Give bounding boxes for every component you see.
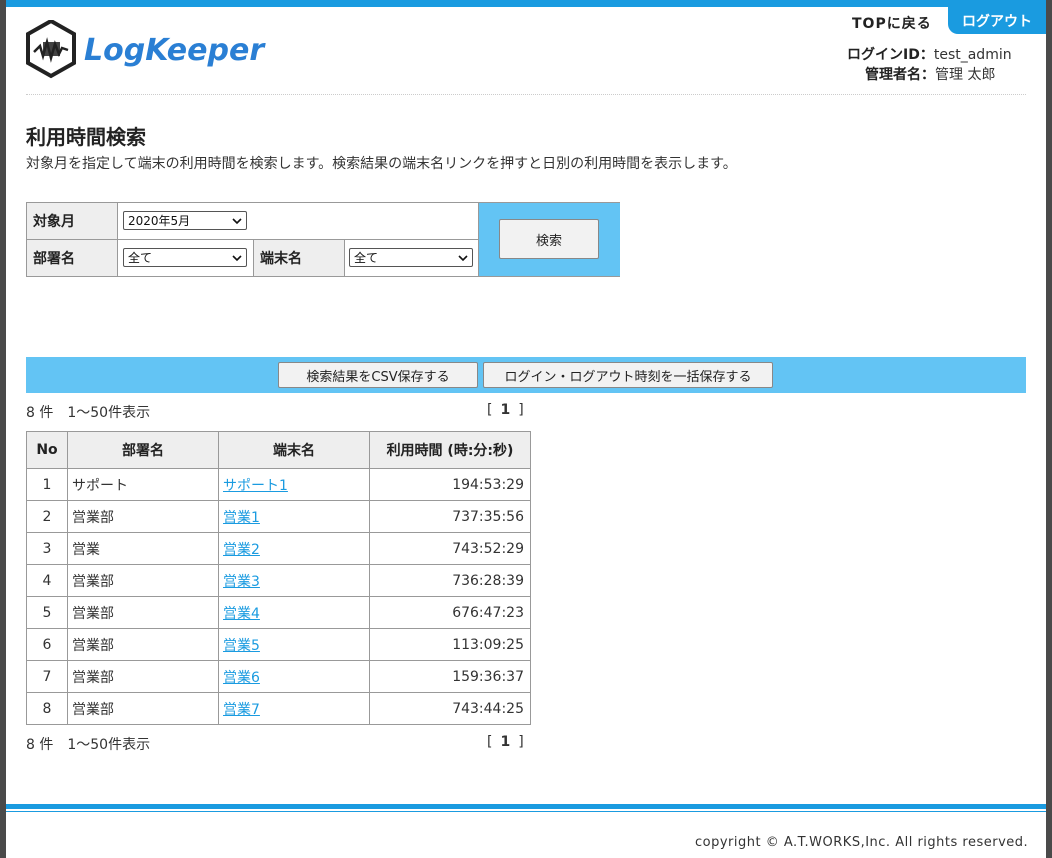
result-count-bottom: 8 件 1～50件表示	[26, 737, 151, 753]
pager-page-1[interactable]: 1	[492, 402, 518, 418]
admin-name-value: 管理 太郎	[935, 67, 996, 83]
bulk-save-button[interactable]: ログイン・ログアウト時刻を一括保存する	[483, 362, 773, 388]
dept-select-value: 全て	[128, 251, 153, 265]
login-id-row: ログインID：test_admin	[847, 44, 1012, 64]
login-id-value: test_admin	[933, 47, 1012, 63]
dept-label: 部署名	[27, 240, 118, 276]
dept-select[interactable]: 全て	[123, 248, 247, 267]
cell-no: 2	[26, 500, 68, 533]
cell-no: 1	[26, 468, 68, 501]
top-accent-bar	[6, 0, 1046, 7]
terminal-link[interactable]: 営業3	[223, 574, 260, 590]
terminal-link[interactable]: 営業7	[223, 702, 260, 718]
cell-dept: 営業部	[67, 692, 219, 725]
cell-time: 194:53:29	[369, 468, 531, 501]
result-count-top: 8 件 1～50件表示	[26, 405, 151, 421]
cell-time: 737:35:56	[369, 500, 531, 533]
cell-no: 7	[26, 660, 68, 693]
terminal-select[interactable]: 全て	[349, 248, 473, 267]
month-select-value: 2020年5月	[128, 214, 191, 228]
cell-time: 743:52:29	[369, 532, 531, 565]
table-row: 4 営業部 営業3 736:28:39	[26, 564, 531, 597]
table-row: 6 営業部 営業5 113:09:25	[26, 628, 531, 661]
cell-no: 5	[26, 596, 68, 629]
terminal-select-value: 全て	[354, 251, 379, 265]
cell-dept: 営業部	[67, 660, 219, 693]
chevron-down-icon	[232, 218, 242, 225]
logout-button[interactable]: ログアウト	[948, 7, 1046, 34]
cell-dept: 営業部	[67, 596, 219, 629]
cell-no: 6	[26, 628, 68, 661]
page-title: 利用時間検索	[26, 125, 146, 149]
table-row: 8 営業部 営業7 743:44:25	[26, 692, 531, 725]
terminal-label: 端末名	[254, 240, 345, 276]
top-link[interactable]: TOPに戻る	[852, 13, 932, 33]
footer-accent-bar	[6, 804, 1046, 809]
search-form: 対象月 2020年5月 部署名 全て 端末名 全て 検索	[26, 202, 620, 277]
cell-no: 4	[26, 564, 68, 597]
col-dept: 部署名	[67, 431, 219, 469]
logo-icon: LogKeeper	[26, 18, 266, 79]
table-row: 3 営業 営業2 743:52:29	[26, 532, 531, 565]
footer-line	[6, 811, 1046, 812]
copyright: copyright © A.T.WORKS,Inc. All rights re…	[695, 835, 1029, 850]
terminal-link[interactable]: サポート1	[223, 478, 288, 494]
cell-time: 743:44:25	[369, 692, 531, 725]
header-divider	[26, 94, 1026, 95]
pager-top: [1]	[487, 402, 524, 418]
cell-no: 3	[26, 532, 68, 565]
terminal-link[interactable]: 営業5	[223, 638, 260, 654]
cell-time: 113:09:25	[369, 628, 531, 661]
table-header-row: No 部署名 端末名 利用時間 (時:分:秒)	[26, 431, 531, 469]
month-select[interactable]: 2020年5月	[123, 211, 247, 230]
chevron-down-icon	[232, 255, 242, 262]
dept-cell: 全て	[118, 240, 254, 276]
pager-bottom: [1]	[487, 734, 524, 750]
month-cell: 2020年5月	[118, 203, 479, 240]
cell-dept: サポート	[67, 468, 219, 501]
admin-name-label: 管理者名：	[865, 67, 935, 83]
month-label: 対象月	[27, 203, 118, 240]
action-bar: 検索結果をCSV保存する ログイン・ログアウト時刻を一括保存する	[26, 357, 1026, 393]
terminal-link[interactable]: 営業2	[223, 542, 260, 558]
pager-close: ]	[518, 402, 524, 418]
admin-name-row: 管理者名：管理 太郎	[865, 64, 995, 84]
terminal-link[interactable]: 営業4	[223, 606, 260, 622]
col-no: No	[26, 431, 68, 469]
cell-time: 159:36:37	[369, 660, 531, 693]
logo: LogKeeper	[26, 18, 356, 80]
col-time: 利用時間 (時:分:秒)	[369, 431, 531, 469]
login-id-label: ログインID：	[847, 47, 934, 63]
terminal-cell: 全て	[345, 240, 479, 276]
cell-time: 676:47:23	[369, 596, 531, 629]
cell-dept: 営業部	[67, 564, 219, 597]
terminal-link[interactable]: 営業6	[223, 670, 260, 686]
terminal-link[interactable]: 営業1	[223, 510, 260, 526]
col-terminal: 端末名	[218, 431, 370, 469]
cell-no: 8	[26, 692, 68, 725]
search-button[interactable]: 検索	[499, 219, 599, 259]
pager-close: ]	[518, 734, 524, 750]
table-row: 5 営業部 営業4 676:47:23	[26, 596, 531, 629]
chevron-down-icon	[458, 255, 468, 262]
cell-dept: 営業部	[67, 628, 219, 661]
cell-dept: 営業部	[67, 500, 219, 533]
table-row: 1 サポート サポート1 194:53:29	[26, 468, 531, 501]
table-row: 2 営業部 営業1 737:35:56	[26, 500, 531, 533]
cell-dept: 営業	[67, 532, 219, 565]
page-description: 対象月を指定して端末の利用時間を検索します。検索結果の端末名リンクを押すと日別の…	[26, 156, 737, 172]
result-table: No 部署名 端末名 利用時間 (時:分:秒) 1 サポート サポート1 194…	[26, 431, 531, 725]
table-row: 7 営業部 営業6 159:36:37	[26, 660, 531, 693]
cell-time: 736:28:39	[369, 564, 531, 597]
search-button-area: 検索	[479, 203, 620, 276]
logo-text: LogKeeper	[84, 33, 266, 68]
page: LogKeeper TOPに戻る ログアウト ログインID：test_admin…	[6, 0, 1046, 858]
csv-save-button[interactable]: 検索結果をCSV保存する	[278, 362, 478, 388]
pager-page-1[interactable]: 1	[492, 734, 518, 750]
